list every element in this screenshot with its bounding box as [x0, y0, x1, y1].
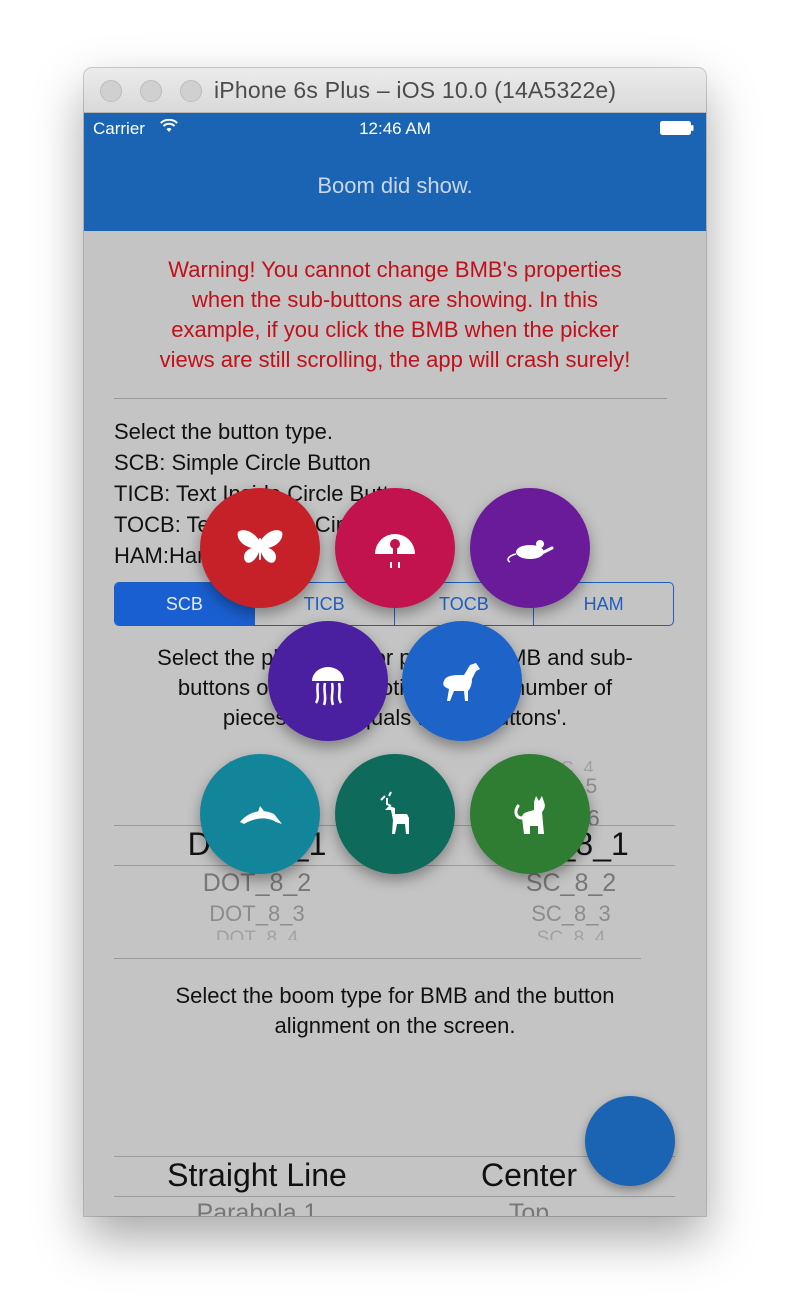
deer-sub-button[interactable]: [335, 754, 455, 874]
zoom-window-button[interactable]: [180, 80, 202, 102]
horse-icon: [443, 663, 480, 701]
mouse-icon: [507, 540, 554, 563]
description-line: Select the button type.: [114, 419, 333, 444]
picker-row-left[interactable]: Parabola 1: [142, 1199, 372, 1216]
picker-selection-line: [114, 1196, 675, 1197]
simulator-window: iPhone 6s Plus – iOS 10.0 (14A5322e) Car…: [84, 68, 706, 1216]
boom-menu-button[interactable]: [585, 1096, 675, 1186]
picker-row-right[interactable]: SC_8_4: [456, 928, 686, 940]
navigation-bar: Boom did show.: [84, 143, 706, 231]
description-line: pieces must equals to sub-buttons'.: [222, 705, 568, 730]
device-screen: Carrier 12:46 AM Boom did show. Warning!…: [84, 113, 706, 1216]
butterfly-icon: [237, 530, 283, 563]
nav-title: Boom did show.: [317, 173, 473, 198]
description-line: Select the boom type for BMB and the but…: [175, 983, 615, 1008]
warning-line: Warning! You cannot change BMB's propert…: [168, 257, 622, 282]
description-line: alignment on the screen.: [274, 1013, 516, 1038]
status-time: 12:46 AM: [359, 119, 431, 138]
picker-selected-left[interactable]: Straight Line: [142, 1157, 372, 1194]
horse-sub-button[interactable]: [402, 621, 522, 741]
battery-icon: [660, 121, 694, 135]
warning-text: Warning! You cannot change BMB's propert…: [104, 255, 686, 375]
butterfly-sub-button[interactable]: [200, 488, 320, 608]
jellyfish-icon: [312, 667, 344, 706]
simulator-titlebar: iPhone 6s Plus – iOS 10.0 (14A5322e): [84, 68, 706, 113]
description-line: buttons on screen. Notice that the numbe…: [177, 675, 613, 700]
divider: [114, 958, 641, 959]
jellyfish-sub-button[interactable]: [268, 621, 388, 741]
description-line: SCB: Simple Circle Button: [114, 450, 371, 475]
boom-type-description: Select the boom type for BMB and the but…: [108, 981, 682, 1041]
warning-line: views are still scrolling, the app will …: [159, 347, 631, 372]
picker-row-left[interactable]: DOT_8_4: [142, 928, 372, 940]
cat-sub-button[interactable]: [470, 754, 590, 874]
dolphin-icon: [240, 806, 282, 824]
description-line: Select the place type for pieces of BMB …: [157, 645, 633, 670]
picker-row-right[interactable]: Top: [414, 1199, 644, 1216]
minimize-window-button[interactable]: [140, 80, 162, 102]
divider: [114, 398, 667, 399]
peacock-sub-button[interactable]: [335, 488, 455, 608]
picker-row-right[interactable]: SC_8_2: [456, 869, 686, 898]
warning-line: when the sub-buttons are showing. In thi…: [191, 287, 599, 312]
cat-icon: [514, 796, 545, 834]
status-bar: Carrier 12:46 AM: [84, 113, 706, 143]
deer-icon: [380, 791, 409, 834]
close-window-button[interactable]: [100, 80, 122, 102]
picker-row-right[interactable]: SC_8_3: [456, 901, 686, 927]
peacock-icon: [375, 534, 415, 568]
window-title: iPhone 6s Plus – iOS 10.0 (14A5322e): [214, 77, 617, 103]
dolphin-sub-button[interactable]: [200, 754, 320, 874]
warning-line: example, if you click the BMB when the p…: [171, 317, 619, 342]
mouse-sub-button[interactable]: [470, 488, 590, 608]
place-type-description: Select the place type for pieces of BMB …: [108, 643, 682, 733]
picker-row-left[interactable]: DOT_8_3: [142, 901, 372, 927]
